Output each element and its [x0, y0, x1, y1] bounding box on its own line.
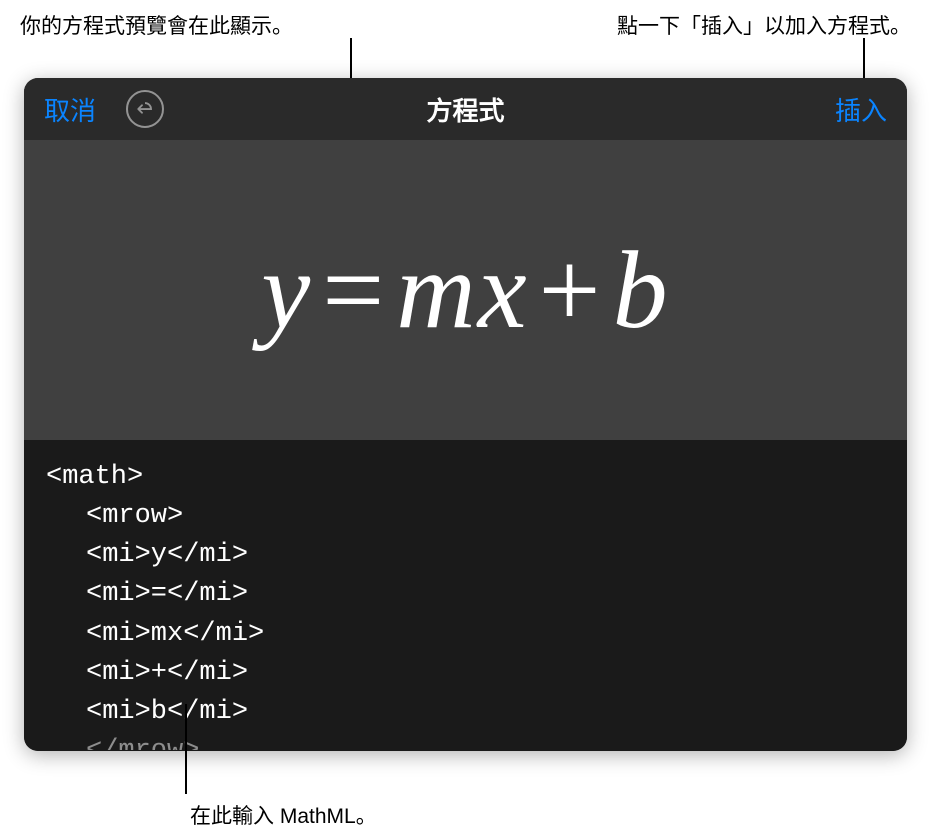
- eq-plus: +: [529, 229, 613, 351]
- callout-line: [863, 38, 865, 78]
- cancel-button[interactable]: 取消: [44, 91, 96, 128]
- equation-preview: y=mx+b: [261, 227, 669, 354]
- code-line: <math>: [46, 458, 885, 497]
- undo-icon: [136, 101, 154, 117]
- code-line: <mi>+</mi>: [46, 654, 885, 693]
- undo-button[interactable]: [126, 90, 164, 128]
- eq-var-mx: mx: [396, 229, 528, 351]
- code-line: <mi>b</mi>: [46, 693, 885, 732]
- eq-var-b: b: [613, 229, 670, 351]
- panel-title: 方程式: [426, 91, 504, 128]
- toolbar: 取消 方程式 插入: [24, 78, 907, 140]
- code-line: <mrow>: [46, 497, 885, 536]
- insert-button[interactable]: 插入: [835, 91, 887, 128]
- callout-input-label: 在此輸入 MathML。: [190, 800, 377, 830]
- callout-preview-label: 你的方程式預覽會在此顯示。: [20, 10, 293, 40]
- equation-editor-panel: 取消 方程式 插入 y=mx+b <math> <mrow> <mi>y</mi…: [24, 78, 907, 751]
- callout-insert-label: 點一下「插入」以加入方程式。: [617, 10, 911, 40]
- mathml-input[interactable]: <math> <mrow> <mi>y</mi> <mi>=</mi> <mi>…: [24, 440, 907, 751]
- code-line: <mi>mx</mi>: [46, 615, 885, 654]
- eq-equals: =: [312, 229, 396, 351]
- eq-var-y: y: [261, 229, 312, 351]
- code-line: </mrow>: [46, 732, 885, 750]
- code-line: <mi>=</mi>: [46, 575, 885, 614]
- code-line: <mi>y</mi>: [46, 536, 885, 575]
- equation-preview-area: y=mx+b: [24, 140, 907, 440]
- callout-line: [185, 704, 187, 794]
